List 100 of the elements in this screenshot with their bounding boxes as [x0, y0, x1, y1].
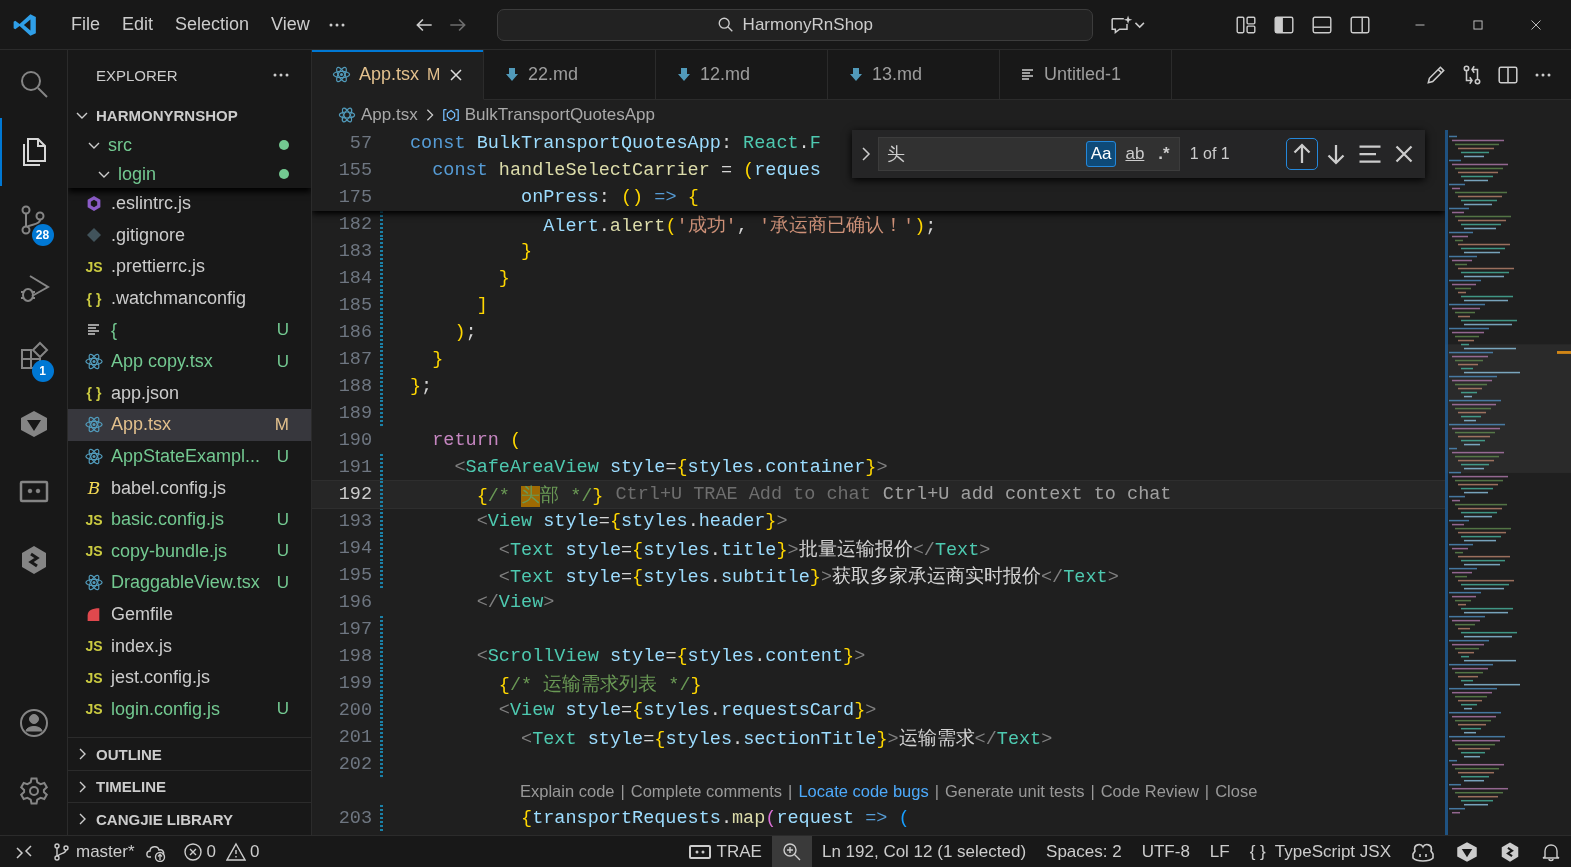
find-option-toggle[interactable]: .* [1153, 141, 1175, 167]
section-header[interactable]: CANGJIE LIBRARY [68, 802, 311, 835]
settings-icon[interactable] [17, 775, 50, 807]
code-line: <Text style={styles.sectionTitle}>运输需求</Text> [520, 727, 1053, 750]
find-field[interactable]: 头 [887, 142, 1082, 166]
status-item[interactable]: Ln 192, Col 12 (1 selected) [811, 836, 1037, 867]
explorer-entry[interactable]: JS basic.config.js U [68, 503, 311, 536]
explorer-entry[interactable]: App copy.tsx U [68, 345, 311, 378]
panel-title: EXPLORER [96, 66, 178, 84]
warning-count[interactable]: 0 [250, 841, 260, 862]
text-lines-icon [1020, 66, 1036, 83]
editor-tab[interactable]: Untitled-1 [1000, 50, 1172, 100]
explorer-entry[interactable]: AppStateExampl... U [68, 440, 311, 473]
line-number: 182 [337, 214, 372, 235]
breadcrumb-item[interactable]: App.tsx [361, 105, 418, 125]
codelens-action[interactable]: Code Review [1100, 782, 1199, 801]
editor-tab[interactable]: 13.md [828, 50, 1000, 100]
editor-tab[interactable]: 22.md [484, 50, 656, 100]
explorer-entry[interactable]: DraggableView.tsx U [68, 567, 311, 599]
code-line: }; [410, 376, 433, 397]
code-line: const BulkTransportQuotesApp: React.F [410, 133, 821, 154]
zoom-in-icon [781, 841, 802, 862]
search-box[interactable]: HarmonyRnShop [742, 14, 873, 35]
explorer-entry[interactable]: B babel.config.js [68, 472, 311, 504]
inline-hint: Ctrl+U TRAE Add to chat [615, 484, 871, 505]
file-type-icon: JS [84, 511, 104, 528]
menu-item[interactable]: File [60, 10, 111, 39]
project-folder[interactable]: HARMONYRNSHOP [96, 106, 238, 124]
line-number: 183 [337, 241, 372, 262]
explorer-entry[interactable]: { } app.json [68, 377, 311, 410]
menu-item[interactable]: Selection [164, 10, 261, 39]
file-type-icon: JS [84, 638, 104, 655]
warning-icon [226, 841, 247, 862]
zoom-button[interactable] [771, 836, 812, 867]
explorer-entry[interactable]: { } .watchmanconfig [68, 282, 311, 315]
code-line: return ( [431, 430, 522, 451]
section-header[interactable]: OUTLINE [68, 737, 311, 770]
file-type-icon: { } [84, 290, 104, 307]
line-number: 175 [337, 187, 372, 208]
atom-icon [84, 447, 104, 467]
close-icon[interactable] [448, 66, 465, 83]
activity-bar-item[interactable]: 1 [0, 322, 68, 390]
code-line: <ScrollView style={styles.content}> [475, 646, 866, 667]
status-item[interactable]: UTF-8 [1131, 836, 1200, 867]
error-count[interactable]: 0 [206, 841, 217, 862]
menu-item[interactable]: Edit [111, 10, 165, 39]
error-icon [182, 841, 203, 862]
line-number: 198 [337, 646, 372, 667]
account-icon[interactable] [17, 707, 50, 739]
folder-name[interactable]: login [118, 163, 157, 185]
file-type-icon: JS [84, 669, 104, 686]
line-number: 57 [348, 133, 372, 154]
code-line: Alert.alert('成功', '承运商已确认！'); [542, 214, 937, 237]
compare-changes-icon[interactable] [1461, 63, 1483, 86]
find-option-toggle[interactable]: Aa [1085, 141, 1117, 167]
line-number: 186 [337, 322, 372, 343]
line-number: 197 [337, 619, 372, 640]
editor-tab[interactable]: App.tsx M [312, 50, 484, 100]
codelens-action[interactable]: Generate unit tests [944, 782, 1085, 801]
explorer-entry[interactable]: JS jest.config.js [68, 661, 311, 694]
codelens-action[interactable]: Explain code [520, 782, 615, 801]
code-line: ] [475, 295, 488, 316]
explorer-entry[interactable]: Gemfile [68, 598, 311, 631]
menu-item[interactable]: View [260, 10, 321, 39]
codelens-action[interactable]: Close [1215, 782, 1258, 801]
status-item[interactable]: Spaces: 2 [1036, 836, 1132, 867]
line-number: 155 [337, 160, 372, 181]
explorer-entry[interactable]: JS .prettierrc.js [68, 251, 311, 283]
hexagon-icon[interactable] [1499, 840, 1521, 863]
activity-bar-item[interactable]: 28 [0, 186, 68, 254]
explorer-entry[interactable]: JS index.js [68, 630, 311, 662]
branch-icon [52, 841, 72, 862]
up-arrow-icon[interactable] [1287, 139, 1317, 169]
line-number: 184 [337, 268, 372, 289]
find-option-toggle[interactable]: ab [1120, 141, 1150, 167]
explorer-entry[interactable]: .eslintrc.js [68, 188, 311, 220]
section-header[interactable]: TIMELINE [68, 769, 311, 803]
codelens-action[interactable]: Complete comments [630, 782, 783, 801]
folder-name[interactable]: src [108, 134, 132, 156]
explorer-entry[interactable]: { U [68, 314, 311, 346]
explorer-entry[interactable]: App.tsx M [68, 409, 311, 441]
pencil-icon[interactable] [1425, 63, 1447, 86]
explorer-entry[interactable]: .gitignore [68, 219, 311, 252]
explorer-entry[interactable]: JS login.config.js U [68, 693, 311, 726]
braces-icon: { } [1249, 841, 1266, 862]
codelens-link[interactable]: Locate code bugs [798, 782, 929, 801]
status-item[interactable]: LF [1199, 836, 1240, 867]
explorer-entry[interactable]: JS copy-bundle.js U [68, 535, 311, 568]
line-number: 191 [337, 457, 372, 478]
breadcrumb-item[interactable]: BulkTransportQuotesApp [464, 105, 655, 125]
language-mode[interactable]: TypeScript JSX [1274, 841, 1391, 862]
branch-name[interactable]: master* [76, 841, 135, 862]
line-number: 199 [337, 673, 372, 694]
line-number: 194 [337, 538, 372, 559]
line-number: 202 [337, 754, 372, 775]
editor-tab[interactable]: 12.md [656, 50, 828, 100]
status-item[interactable]: TRAE [716, 841, 762, 862]
code-line: const handleSelectCarrier = (reques [431, 160, 821, 181]
atom-icon [84, 573, 104, 593]
bell-icon[interactable] [1541, 841, 1561, 862]
